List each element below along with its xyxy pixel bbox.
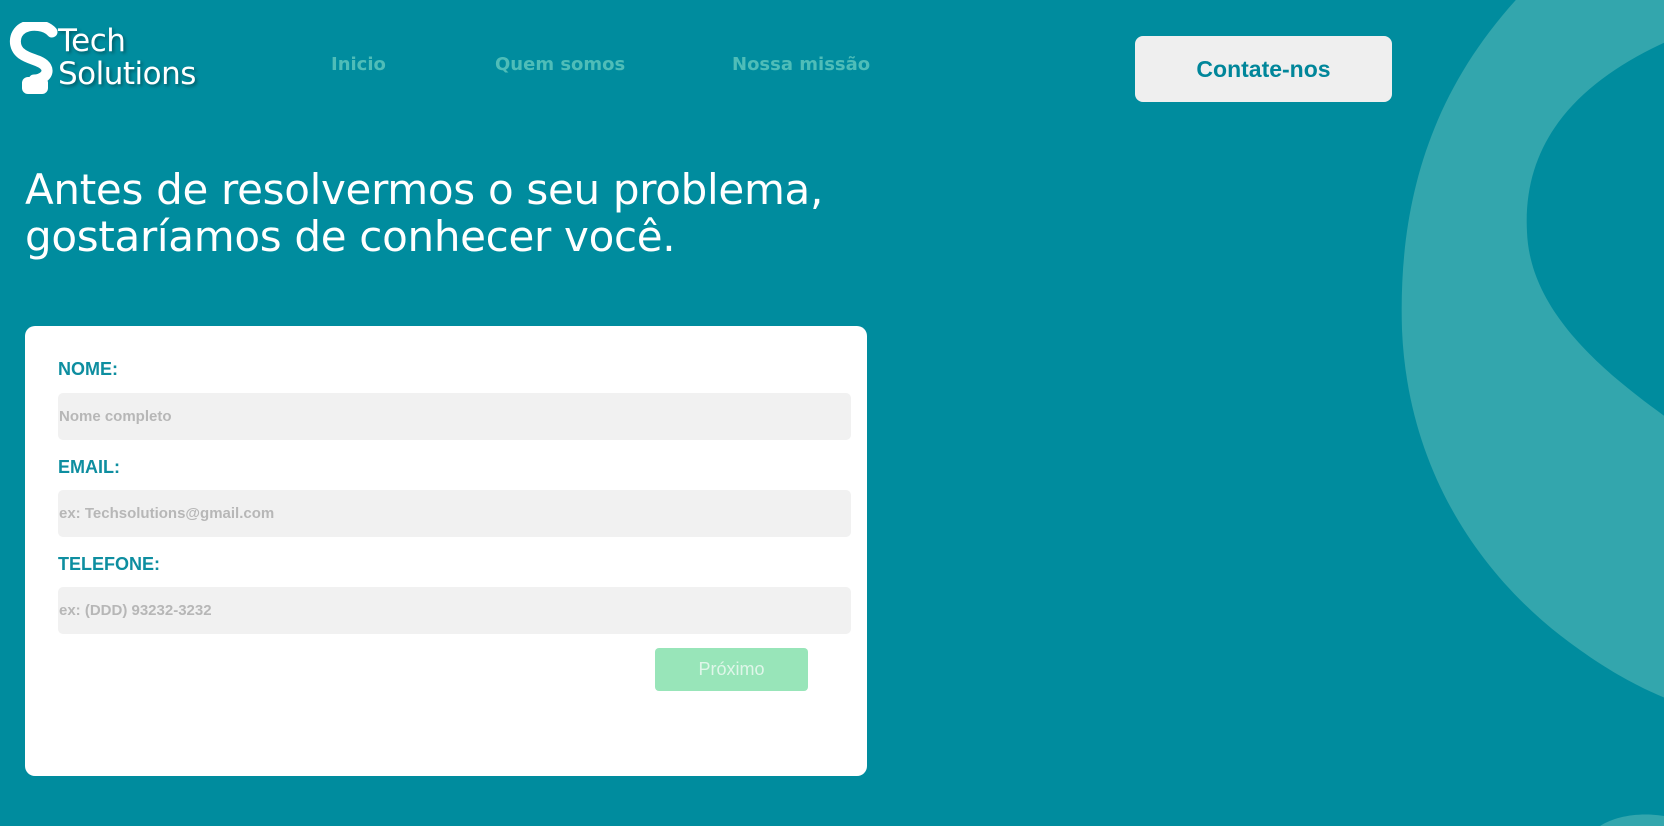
contact-form-card: NOME: EMAIL: TELEFONE: Próximo [25, 326, 867, 776]
name-input[interactable] [58, 393, 851, 440]
contact-us-button[interactable]: Contate-nos [1135, 36, 1392, 102]
hero-heading: Antes de resolvermos o seu problema, gos… [25, 166, 925, 260]
nav-link-quem-somos[interactable]: Quem somos [495, 54, 625, 75]
brand-name: Tech Solutions [58, 25, 196, 91]
nav-link-inicio[interactable]: Inicio [331, 54, 386, 75]
brand-logo[interactable]: Tech Solutions [8, 22, 218, 96]
brand-name-line2: Solutions [58, 56, 196, 92]
phone-input[interactable] [58, 587, 851, 634]
hero-heading-line2: gostaríamos de conhecer você. [25, 212, 676, 261]
email-label: EMAIL: [58, 457, 120, 477]
brand-name-line1: Tech [58, 23, 126, 59]
next-button[interactable]: Próximo [655, 648, 808, 691]
hero-heading-line1: Antes de resolvermos o seu problema, [25, 165, 824, 214]
phone-label: TELEFONE: [58, 554, 160, 574]
name-label: NOME: [58, 359, 118, 379]
s-letter-logo-icon [9, 22, 58, 94]
nav-link-nossa-missao[interactable]: Nossa missão [732, 54, 870, 75]
email-input[interactable] [58, 490, 851, 537]
